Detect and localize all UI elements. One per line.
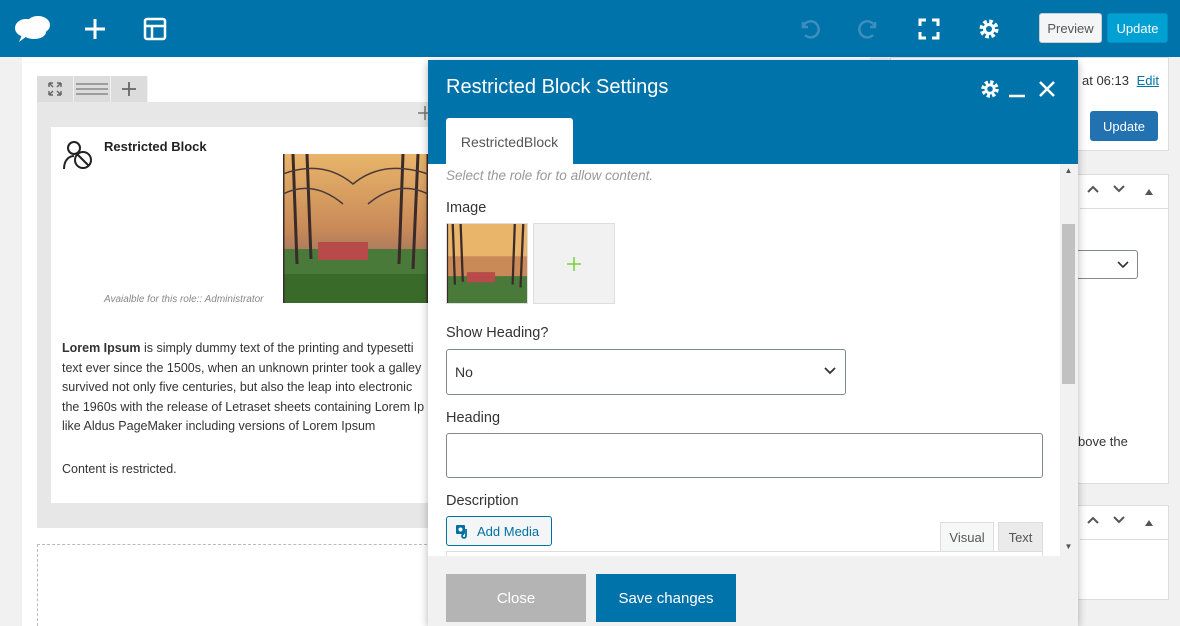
settings-modal: Restricted Block Settings RestrictedBloc… (428, 60, 1078, 626)
template-select[interactable] (1070, 250, 1138, 279)
chevron-down-icon (824, 367, 836, 375)
gear-icon[interactable] (978, 77, 1002, 101)
published-time: at 06:13 (1082, 73, 1129, 88)
move-up-icon[interactable] (1086, 182, 1100, 201)
move-down-icon[interactable] (1112, 513, 1126, 532)
undo-icon[interactable] (794, 14, 824, 44)
top-toolbar: Preview Update (0, 0, 1180, 57)
redo-icon[interactable] (854, 14, 884, 44)
heading-label: Heading (446, 410, 501, 426)
restricted-text: Content is restricted. (62, 462, 177, 476)
heading-input[interactable] (446, 433, 1043, 478)
scrollbar-thumb[interactable] (1062, 224, 1075, 384)
lorem-paragraph: Lorem Ipsum is simply dummy text of the … (62, 339, 428, 437)
tab-text[interactable]: Text (998, 522, 1043, 552)
lorem-line-5: like Aldus PageMaker including versions … (62, 419, 376, 433)
orchard-image (283, 154, 428, 303)
expand-icon[interactable] (37, 76, 74, 102)
minimize-icon[interactable] (1005, 77, 1029, 101)
restricted-block-icon (62, 139, 94, 176)
fullscreen-icon[interactable] (914, 14, 944, 44)
row-toolbar (37, 76, 148, 102)
add-column-icon[interactable] (111, 76, 148, 102)
sidebar-update-button[interactable]: Update (1090, 111, 1158, 141)
sidebar-help-text: bove the (1078, 434, 1128, 449)
lorem-line-2: text ever since the 1500s, when an unkno… (62, 360, 422, 375)
settings-gear-icon[interactable] (974, 14, 1004, 44)
close-icon[interactable] (1035, 77, 1059, 101)
lorem-line-4: the 1960s with the release of Letraset s… (62, 399, 425, 414)
modal-body: Select the role for to allow content. Im… (428, 164, 1078, 556)
toggle-panel-icon[interactable] (1144, 515, 1154, 533)
layout-icon[interactable] (140, 14, 170, 44)
lorem-line-1: is simply dummy text of the printing and… (140, 341, 414, 355)
add-media-button[interactable]: Add Media (446, 516, 552, 546)
tab-restrictedblock[interactable]: RestrictedBlock (446, 118, 573, 165)
add-image-button[interactable] (533, 223, 615, 304)
media-icon (456, 525, 467, 539)
lorem-bold: Lorem Ipsum (62, 341, 141, 355)
logo-icon[interactable] (14, 14, 52, 44)
show-heading-label: Show Heading? (446, 325, 549, 341)
module-title: Restricted Block (104, 139, 207, 154)
lorem-line-3: survived not only five centuries, but al… (62, 380, 413, 394)
modal-header: Restricted Block Settings RestrictedBloc… (428, 60, 1078, 165)
drag-handle-icon[interactable] (74, 76, 111, 102)
move-up-icon[interactable] (1086, 513, 1100, 532)
empty-row-dropzone[interactable] (37, 544, 437, 626)
update-button[interactable]: Update (1107, 13, 1168, 43)
move-down-icon[interactable] (1112, 182, 1126, 201)
add-media-label: Add Media (477, 523, 540, 539)
role-help-text: Select the role for to allow content. (446, 168, 654, 183)
show-heading-value: No (455, 364, 473, 380)
tab-visual[interactable]: Visual (940, 522, 994, 552)
module-caption: Avaialble for this role:: Administrator (104, 294, 264, 305)
save-changes-button[interactable]: Save changes (596, 574, 736, 622)
edit-date-link[interactable]: Edit (1137, 73, 1159, 88)
modal-footer: Close Save changes (428, 556, 1078, 626)
close-button[interactable]: Close (446, 574, 586, 622)
description-label: Description (446, 493, 519, 509)
image-label: Image (446, 200, 487, 216)
add-icon[interactable] (80, 14, 110, 44)
modal-title: Restricted Block Settings (446, 76, 669, 98)
scroll-up-icon[interactable]: ▲ (1062, 166, 1075, 176)
image-thumbnail[interactable] (446, 223, 528, 304)
show-heading-select[interactable]: No (446, 349, 846, 395)
scroll-down-icon[interactable]: ▼ (1062, 542, 1075, 552)
toggle-panel-icon[interactable] (1144, 184, 1154, 202)
preview-button[interactable]: Preview (1039, 13, 1102, 43)
